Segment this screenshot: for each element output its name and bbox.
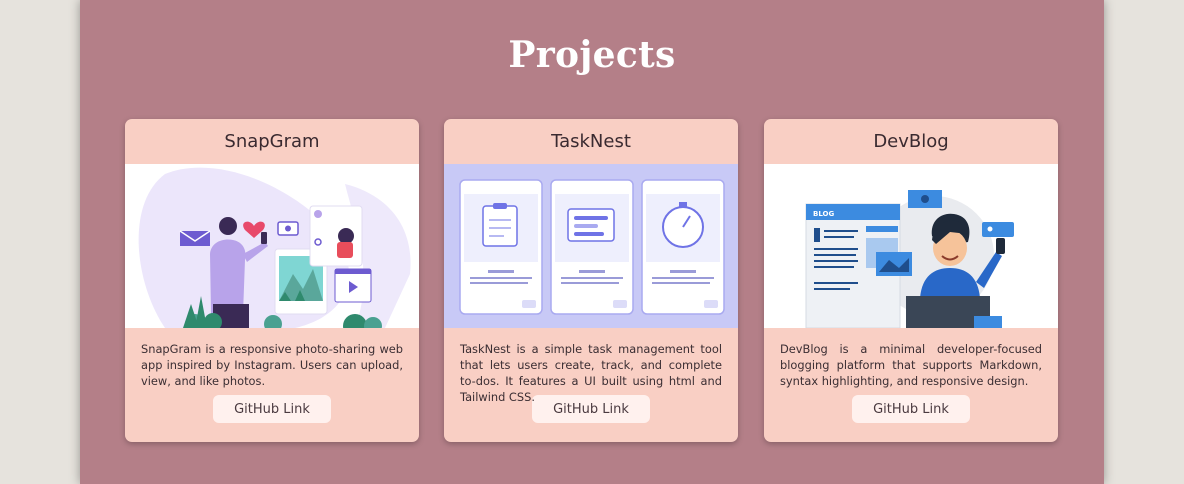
task-app-screens-illustration (444, 164, 738, 328)
photo-sharing-illustration (125, 164, 419, 328)
project-description: TaskNest is a simple task management too… (460, 342, 722, 404)
github-link-button[interactable]: GitHub Link (532, 395, 650, 423)
project-description: DevBlog is a minimal developer-focused b… (780, 342, 1042, 388)
github-link-button[interactable]: GitHub Link (852, 395, 970, 423)
project-description: SnapGram is a responsive photo-sharing w… (141, 342, 403, 388)
section-title: Projects (508, 34, 676, 76)
blogging-illustration: BLOG (764, 164, 1058, 328)
project-card-devblog: DevBlog BLOG DevBlog is a minimal develo… (764, 119, 1058, 442)
projects-section: Projects SnapGram SnapGram is a responsi… (80, 0, 1104, 484)
github-link-button[interactable]: GitHub Link (213, 395, 331, 423)
project-title: TaskNest (551, 131, 631, 152)
blog-label: BLOG (813, 210, 834, 218)
project-title: SnapGram (224, 131, 320, 152)
project-card-snapgram: SnapGram SnapGram is a responsive photo-… (125, 119, 419, 442)
project-title: DevBlog (873, 131, 949, 152)
project-card-tasknest: TaskNest TaskNest is a simple task manag… (444, 119, 738, 442)
